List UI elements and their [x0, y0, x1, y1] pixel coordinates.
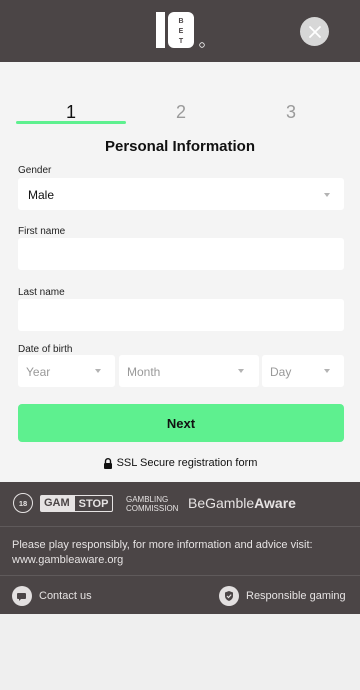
age-18-badge: 18	[13, 493, 33, 513]
step-2: 2	[175, 102, 186, 122]
gambling-commission-line1: GAMBLING	[126, 495, 169, 504]
step-1: 1	[65, 102, 76, 122]
close-button[interactable]	[300, 17, 329, 46]
step-3: 3	[285, 102, 296, 122]
lock-icon	[103, 457, 112, 469]
first-name-label: First name	[18, 226, 66, 237]
chevron-down-icon	[95, 369, 101, 373]
active-step-indicator	[16, 121, 126, 124]
ssl-text: SSL Secure registration form	[116, 457, 258, 469]
dob-year-select[interactable]: Year	[18, 355, 115, 387]
shield-check-icon	[219, 586, 239, 606]
svg-text:E: E	[179, 28, 184, 35]
bga-be: Be	[188, 495, 206, 511]
responsible-gambling-text: Please play responsibly, for more inform…	[12, 539, 313, 566]
dob-day-select[interactable]: Day	[262, 355, 344, 387]
gender-label: Gender	[18, 165, 52, 176]
last-name-field[interactable]	[18, 299, 344, 331]
ssl-notice: SSL Secure registration form	[0, 456, 360, 470]
last-name-label: Last name	[18, 287, 65, 298]
close-icon	[308, 25, 321, 38]
first-name-field[interactable]	[18, 238, 344, 270]
top-bar: B E T	[0, 0, 360, 62]
responsible-gaming-link[interactable]: Responsible gaming	[219, 585, 346, 607]
dob-month-select[interactable]: Month	[119, 355, 259, 387]
contact-us-label: Contact us	[39, 590, 92, 602]
chevron-down-icon	[324, 193, 330, 197]
gambling-commission-logo[interactable]: GAMBLING COMMISSION	[126, 495, 178, 513]
gender-select[interactable]: Male	[18, 178, 344, 210]
chevron-down-icon	[238, 369, 244, 373]
responsible-gaming-label: Responsible gaming	[246, 590, 346, 602]
chevron-down-icon	[324, 369, 330, 373]
svg-text:B: B	[178, 18, 183, 25]
gambling-commission-line2: COMMISSION	[126, 504, 179, 513]
chat-icon	[12, 586, 32, 606]
dob-label: Date of birth	[18, 344, 73, 355]
dob-month-value: Month	[127, 365, 161, 379]
gamstop-gam-text: GAM	[40, 495, 74, 512]
contact-us-link[interactable]: Contact us	[12, 585, 92, 607]
begambleaware-logo[interactable]: BeGambleAware	[188, 495, 296, 511]
footer-divider	[0, 526, 360, 527]
gamstop-stop-text: STOP	[73, 495, 114, 512]
dob-day-value: Day	[270, 365, 292, 379]
bga-gamble: Gamble	[205, 495, 255, 511]
svg-text:T: T	[179, 38, 184, 45]
page-title: Personal Information	[104, 138, 256, 155]
gamstop-logo[interactable]: GAM STOP	[40, 495, 114, 512]
footer-divider	[0, 575, 360, 576]
bga-aware: Aware	[254, 495, 296, 511]
next-button[interactable]: Next	[18, 404, 344, 442]
brand-logo[interactable]: B E T	[154, 11, 210, 51]
dob-year-value: Year	[26, 365, 51, 379]
gender-value: Male	[28, 188, 55, 202]
